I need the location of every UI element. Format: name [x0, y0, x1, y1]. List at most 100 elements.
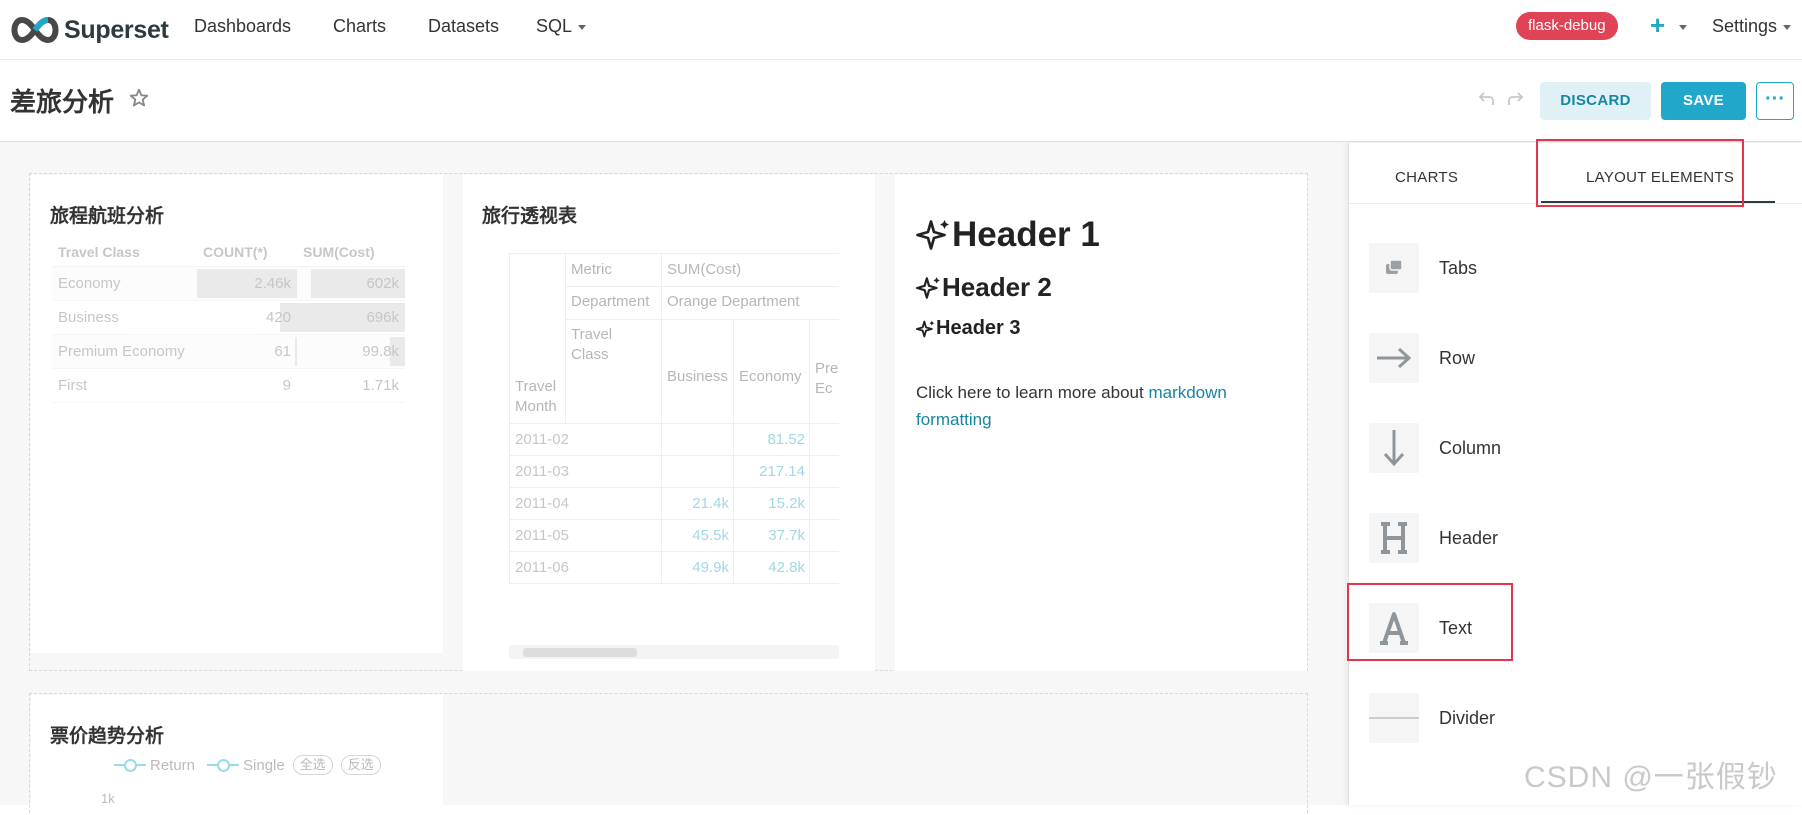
arrow-down-icon: [1369, 423, 1419, 473]
dashboard-grid: 旅程航班分析 Travel Class COUNT(*) SUM(Cost) E…: [0, 143, 1348, 815]
cell-value: 61: [274, 343, 291, 360]
cell-value: 2.46k: [254, 275, 291, 292]
layout-element-column[interactable]: Column: [1369, 423, 1749, 473]
undo-icon[interactable]: [1478, 90, 1496, 108]
sparkle-icon: [916, 320, 935, 337]
brand-name: Superset: [64, 15, 169, 44]
cell-value: 99.8k: [362, 343, 399, 360]
header-h-icon: [1369, 513, 1419, 563]
dashboard-row[interactable]: 旅程航班分析 Travel Class COUNT(*) SUM(Cost) E…: [29, 173, 1308, 671]
sparkle-icon: [916, 220, 949, 250]
table-cell: 61: [197, 335, 297, 368]
pivot-value: 21.4k: [692, 495, 729, 512]
star-icon[interactable]: [128, 87, 150, 109]
markdown-paragraph: Click here to learn more about markdown …: [916, 379, 1256, 433]
nav-charts[interactable]: Charts: [333, 16, 386, 37]
pivot-col-header: Business: [667, 368, 728, 385]
table-cell: 99.8k: [297, 335, 405, 368]
markdown-card[interactable]: Header 1 Header 2 Header 3 Click here to…: [895, 175, 1307, 671]
grid-line: [509, 487, 839, 488]
discard-button[interactable]: DISCARD: [1540, 82, 1651, 120]
select-all-button[interactable]: 全选: [292, 755, 333, 775]
chart-card-trend[interactable]: 票价趋势分析 Return Single 全选 反选 1k: [31, 695, 443, 815]
legend-item[interactable]: Single: [243, 757, 285, 774]
pivot-header: Travel Class: [571, 326, 613, 363]
pivot-row-label: 2011-06: [515, 559, 569, 576]
pivot-header: SUM(Cost): [667, 261, 742, 278]
column-header[interactable]: Travel Class: [52, 244, 197, 260]
markdown-header-1-text: Header 1: [952, 215, 1100, 254]
grid-line: [565, 286, 839, 287]
save-button[interactable]: SAVE: [1661, 82, 1746, 120]
chevron-down-icon: [578, 24, 587, 30]
layout-element-label: Column: [1439, 437, 1502, 458]
grid-line: [509, 455, 839, 456]
data-table: Travel Class COUNT(*) SUM(Cost) Economy …: [52, 237, 405, 403]
divider-icon: [1369, 693, 1419, 743]
legend-marker: [207, 758, 240, 772]
more-options-button[interactable]: ···: [1756, 82, 1794, 120]
arrow-right-icon: [1369, 333, 1419, 383]
settings-menu[interactable]: Settings: [1712, 16, 1792, 37]
pivot-header: Travel Month: [515, 378, 557, 415]
add-new-button[interactable]: +: [1650, 10, 1665, 41]
column-header[interactable]: COUNT(*): [197, 237, 297, 266]
cell-value: 696k: [366, 309, 399, 326]
nav-sql[interactable]: SQL: [536, 16, 587, 37]
pivot-row-label: 2011-04: [515, 495, 569, 512]
tab-charts[interactable]: CHARTS: [1395, 169, 1458, 186]
settings-label: Settings: [1712, 16, 1778, 36]
nav-sql-label: SQL: [536, 16, 573, 36]
chevron-down-icon[interactable]: [1679, 25, 1687, 30]
table-cell: 1.71k: [297, 369, 405, 402]
layout-element-label: Divider: [1439, 707, 1496, 728]
column-header[interactable]: SUM(Cost): [297, 237, 405, 266]
chevron-down-icon: [1783, 24, 1792, 30]
superset-logo[interactable]: Superset: [8, 10, 169, 50]
legend-item[interactable]: Return: [150, 757, 195, 774]
superset-logo-icon: [11, 16, 59, 44]
markdown-header-3: Header 3: [916, 317, 1021, 340]
redo-icon[interactable]: [1506, 90, 1524, 108]
pivot-row-label: 2011-02: [515, 431, 569, 448]
layout-element-header[interactable]: Header: [1369, 513, 1749, 563]
y-axis-tick: 1k: [101, 791, 115, 806]
pivot-col-header: Pre Ec: [815, 360, 839, 397]
builder-side-panel: CHARTS LAYOUT ELEMENTS Tabs Row Column H…: [1347, 139, 1802, 805]
table-row: Economy 2.46k 602k: [52, 267, 405, 301]
chart-title: 票价趋势分析: [50, 726, 165, 747]
highlight-box: [1536, 139, 1744, 207]
pivot-value: 49.9k: [692, 559, 729, 576]
layout-element-divider[interactable]: Divider: [1369, 693, 1749, 743]
grid-line: [509, 253, 839, 254]
table-cell: 2.46k: [197, 267, 297, 300]
dashboard-title[interactable]: 差旅分析: [10, 82, 114, 119]
chart-legend: Return Single 全选 反选: [114, 755, 381, 775]
scrollbar-thumb[interactable]: [523, 648, 637, 657]
layout-element-tabs[interactable]: Tabs: [1369, 243, 1749, 293]
pivot-value: 217.14: [759, 463, 805, 480]
nav-datasets[interactable]: Datasets: [428, 16, 499, 37]
grid-line: [509, 551, 839, 552]
pivot-row-label: 2011-03: [515, 463, 569, 480]
environment-badge: flask-debug: [1516, 12, 1618, 40]
grid-line: [565, 319, 839, 320]
table-cell: First: [58, 377, 88, 394]
table-cell: Economy: [58, 275, 121, 292]
pivot-value: 37.7k: [768, 527, 805, 544]
nav-dashboards[interactable]: Dashboards: [194, 16, 291, 37]
grid-line: [509, 423, 839, 424]
grid-line: [509, 583, 839, 584]
layout-element-row[interactable]: Row: [1369, 333, 1749, 383]
pivot-header: Orange Department: [667, 293, 800, 310]
table-cell: 696k: [297, 301, 405, 334]
chart-title: 旅行透视表: [482, 206, 578, 227]
dashboard-row[interactable]: 票价趋势分析 Return Single 全选 反选 1k: [29, 693, 1308, 815]
chart-card-table[interactable]: 旅程航班分析 Travel Class COUNT(*) SUM(Cost) E…: [31, 175, 443, 653]
pivot-value: 15.2k: [768, 495, 805, 512]
chart-card-pivot[interactable]: 旅行透视表 Metric SUM(Cost) Department Orange…: [463, 175, 875, 671]
invert-selection-button[interactable]: 反选: [340, 755, 381, 775]
markdown-text: Click here to learn more about: [916, 383, 1149, 402]
horizontal-scrollbar[interactable]: [509, 645, 839, 659]
layout-element-label: Tabs: [1439, 257, 1478, 278]
